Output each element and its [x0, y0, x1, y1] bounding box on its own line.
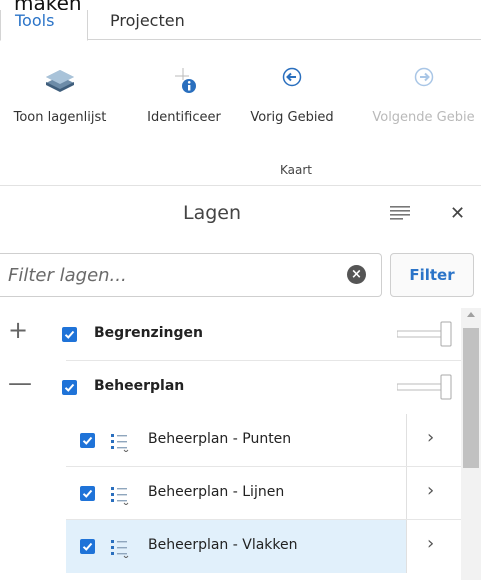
- legend-icon: [111, 434, 129, 452]
- expand-icon[interactable]: +: [8, 316, 28, 344]
- chevron-right-icon: ›: [427, 427, 435, 448]
- chevron-right-icon: ›: [427, 480, 435, 501]
- filter-row: × Filter: [0, 253, 481, 297]
- layer-checkbox[interactable]: [62, 327, 77, 342]
- vorig-gebied-button[interactable]: Vorig Gebied: [246, 60, 338, 125]
- volgende-gebied-label: Volgende Gebie: [372, 110, 475, 125]
- ribbon-group-label: Kaart: [280, 163, 313, 177]
- filter-layers-input[interactable]: [0, 253, 382, 297]
- identificeer-label: Identificeer: [147, 110, 221, 125]
- layer-label: Beheerplan: [94, 378, 185, 394]
- toon-lagenlijst-button[interactable]: Toon lagenlijst: [12, 60, 108, 125]
- sublayer-details-button[interactable]: ›: [406, 414, 461, 467]
- sublayer-label: Beheerplan - Vlakken: [148, 537, 298, 553]
- chevron-right-icon: ›: [427, 533, 435, 554]
- tab-projecten[interactable]: Projecten: [96, 10, 199, 41]
- identify-info-icon: [175, 68, 196, 93]
- previous-extent-icon: [282, 67, 302, 87]
- opacity-slider[interactable]: [397, 321, 455, 347]
- layer-list: + Begrenzingen — Beheerplan Beheerplan -…: [0, 308, 481, 580]
- menu-icon[interactable]: [390, 206, 410, 220]
- sublayer-row-lijnen[interactable]: Beheerplan - Lijnen ›: [66, 467, 461, 520]
- sublayer-label: Beheerplan - Punten: [148, 431, 292, 447]
- layer-row-beheerplan: — Beheerplan: [0, 361, 461, 414]
- layer-label: Begrenzingen: [94, 325, 203, 341]
- volgende-gebied-button[interactable]: Volgende Gebie: [366, 60, 481, 125]
- layer-row-begrenzingen: + Begrenzingen: [0, 308, 461, 361]
- panel-title: Lagen: [183, 202, 242, 224]
- ribbon-tabs: Tools Projecten: [0, 10, 481, 41]
- identificeer-button[interactable]: Identificeer: [142, 60, 226, 125]
- tab-tools[interactable]: Tools: [0, 10, 88, 41]
- close-icon[interactable]: ✕: [450, 203, 465, 224]
- sublayer-details-button[interactable]: ›: [406, 520, 461, 573]
- sublayer-details-button[interactable]: ›: [406, 467, 461, 520]
- sublayer-label: Beheerplan - Lijnen: [148, 484, 285, 500]
- sublayer-checkbox[interactable]: [80, 539, 95, 554]
- next-extent-icon: [414, 67, 433, 87]
- toon-lagenlijst-label: Toon lagenlijst: [13, 110, 107, 125]
- clear-icon[interactable]: ×: [347, 265, 366, 284]
- layer-checkbox[interactable]: [62, 380, 77, 395]
- layers-panel-header: Lagen ✕: [0, 185, 481, 241]
- filter-button[interactable]: Filter: [390, 253, 474, 297]
- scroll-up-arrow-icon[interactable]: [467, 312, 475, 317]
- layer-list-scrollbar[interactable]: [461, 308, 481, 580]
- legend-icon: [111, 487, 129, 505]
- collapse-icon[interactable]: —: [8, 369, 32, 397]
- sublayer-checkbox[interactable]: [80, 433, 95, 448]
- sublayer-checkbox[interactable]: [80, 486, 95, 501]
- layers-icon: [46, 70, 74, 92]
- scroll-thumb[interactable]: [463, 328, 479, 468]
- vorig-gebied-label: Vorig Gebied: [250, 110, 334, 125]
- legend-icon: [111, 540, 129, 558]
- sublayer-row-punten[interactable]: Beheerplan - Punten ›: [66, 414, 461, 467]
- ribbon-toolbar: Toon lagenlijst Identificeer Vorig Gebie…: [0, 40, 481, 185]
- opacity-slider[interactable]: [397, 374, 455, 400]
- sublayer-row-vlakken[interactable]: Beheerplan - Vlakken ›: [66, 520, 461, 573]
